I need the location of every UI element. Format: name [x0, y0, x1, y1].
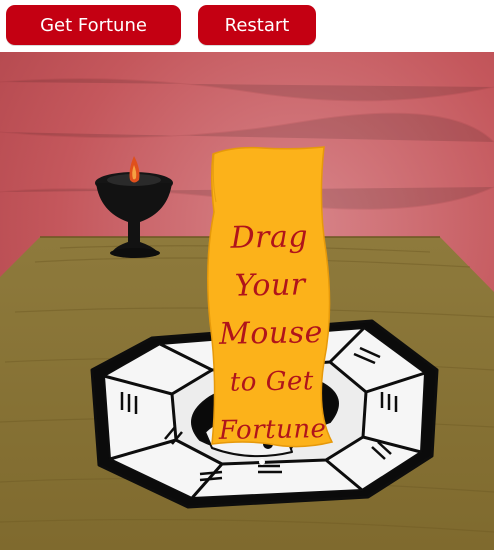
fortune-scroll[interactable]: [207, 146, 334, 448]
toolbar: Get Fortune Restart: [0, 0, 494, 52]
get-fortune-button[interactable]: Get Fortune: [6, 5, 181, 45]
fortune-scene[interactable]: Drag Your Mouse to Get Fortune: [0, 52, 494, 550]
restart-button[interactable]: Restart: [198, 5, 316, 45]
